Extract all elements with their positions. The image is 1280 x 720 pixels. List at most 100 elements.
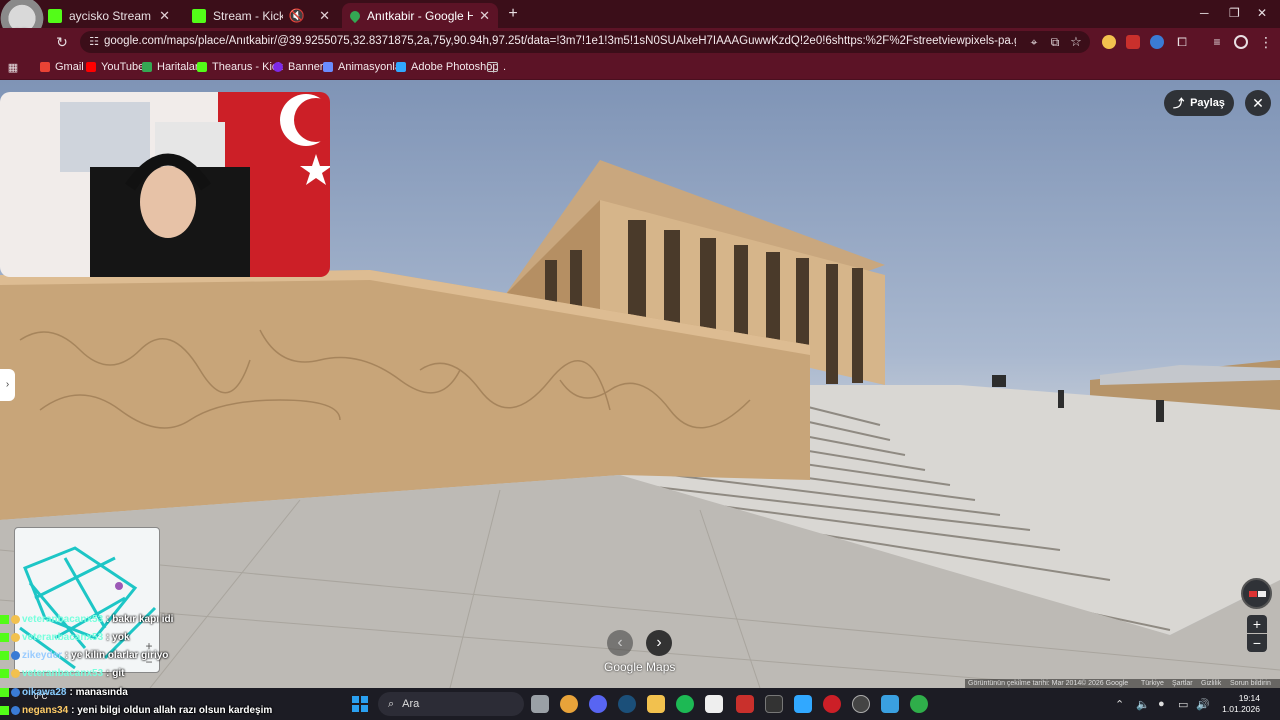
folder-icon bbox=[487, 62, 498, 72]
extension-1-icon[interactable] bbox=[1102, 35, 1116, 49]
mute-icon[interactable]: 🔇 bbox=[289, 8, 305, 24]
youtube-icon bbox=[86, 62, 96, 72]
next-pano-button[interactable]: › bbox=[646, 630, 672, 656]
url-text[interactable]: google.com/maps/place/Anıtkabir/@39.9255… bbox=[104, 35, 1016, 47]
kick-badge-icon bbox=[0, 669, 9, 678]
volume-icon[interactable]: 🔈 bbox=[1136, 698, 1150, 711]
capcut-icon[interactable] bbox=[705, 695, 723, 713]
close-tab-icon[interactable]: ✕ bbox=[159, 8, 170, 24]
microphone-icon[interactable]: ● bbox=[1158, 698, 1165, 710]
taskbar-clock[interactable]: 19:14 1.01.2026 bbox=[1214, 693, 1260, 715]
task-view-icon[interactable] bbox=[531, 695, 549, 713]
capture-date: Görüntünün çekilme tarihi: Mar 2014 bbox=[968, 680, 1082, 687]
close-streetview-button[interactable]: ✕ bbox=[1245, 90, 1271, 116]
tab-kick-stream[interactable]: aycisko Stream - Watch Live on ✕ bbox=[40, 3, 178, 28]
sub-badge-icon bbox=[11, 688, 20, 697]
gmail-icon bbox=[40, 62, 50, 72]
discord-icon[interactable] bbox=[589, 695, 607, 713]
spotify-icon[interactable] bbox=[676, 695, 694, 713]
kick-badge-icon bbox=[0, 688, 9, 697]
chat-message: veteranbacanx53 : bakır kapı idi bbox=[0, 614, 173, 625]
taskbar-search[interactable]: ⌕ Ara bbox=[378, 692, 524, 716]
site-info-icon[interactable]: ☷ bbox=[86, 34, 102, 50]
share-button[interactable]: ⤴ Paylaş bbox=[1164, 90, 1234, 116]
chat-message: negans34 : yeni bilgi oldun allah razı o… bbox=[0, 705, 272, 716]
zoom-out-button[interactable]: − bbox=[1247, 634, 1267, 652]
install-app-icon[interactable]: ⧉ bbox=[1047, 34, 1063, 50]
share-icon: ⤴ bbox=[1173, 98, 1185, 110]
footer-link-country[interactable]: Türkiye bbox=[1141, 680, 1164, 687]
tab-anitkabir-maps[interactable]: Anıtkabir - Google Haritalar ✕ bbox=[342, 3, 498, 28]
zoom-in-button[interactable]: + bbox=[1247, 615, 1267, 633]
footer-link-report[interactable]: Sorun bildirin bbox=[1230, 680, 1271, 687]
bookmark-star-icon[interactable]: ☆ bbox=[1068, 34, 1084, 50]
extensions-puzzle-icon[interactable]: ⧠ bbox=[1174, 34, 1190, 50]
footer-link-terms[interactable]: Şartlar bbox=[1172, 680, 1193, 687]
reload-icon[interactable]: ↻ bbox=[54, 34, 70, 50]
app-icon[interactable] bbox=[910, 695, 928, 713]
chrome-icon[interactable] bbox=[560, 695, 578, 713]
tab-kick-dashboard[interactable]: Stream - Kick Dashboard 🔇 ✕ bbox=[184, 3, 338, 28]
photoshop-icon bbox=[396, 62, 406, 72]
close-window-icon[interactable]: ✕ bbox=[1257, 6, 1267, 20]
more-menu-icon[interactable]: ⋮ bbox=[1258, 34, 1274, 50]
steam-icon[interactable] bbox=[618, 695, 636, 713]
bookmark-thearus-kick[interactable]: Thearus - Kick bbox=[197, 61, 283, 73]
chat-message: zikeyder : ye kilin olarlar giriyo bbox=[0, 650, 168, 661]
maps-favicon-icon bbox=[347, 8, 363, 23]
game-icon[interactable] bbox=[736, 695, 754, 713]
kick-badge-icon bbox=[0, 615, 9, 624]
photoshop-taskbar-icon[interactable] bbox=[794, 695, 812, 713]
kick-favicon-icon bbox=[192, 8, 206, 23]
canva-icon bbox=[273, 62, 283, 72]
bookmark-animasyonlar[interactable]: Animasyonlar bbox=[323, 61, 405, 73]
sub-badge-icon bbox=[11, 706, 20, 715]
new-tab-button[interactable]: + bbox=[504, 5, 522, 23]
kick-favicon-icon bbox=[48, 8, 62, 23]
expand-side-panel-button[interactable]: › bbox=[0, 369, 15, 401]
reading-list-icon[interactable]: ≡ bbox=[1209, 34, 1225, 50]
obs-icon[interactable] bbox=[852, 695, 870, 713]
extension-2-icon[interactable] bbox=[1126, 35, 1140, 49]
sound-icon[interactable]: 🔊 bbox=[1196, 698, 1210, 711]
kick-icon bbox=[197, 62, 207, 72]
maps-icon bbox=[142, 62, 152, 72]
extension-3-icon[interactable] bbox=[1150, 35, 1164, 49]
kick-badge-icon bbox=[0, 706, 9, 715]
start-button[interactable] bbox=[352, 696, 368, 712]
footer-link-privacy[interactable]: Gizlilik bbox=[1201, 680, 1221, 687]
profile-avatar-icon[interactable] bbox=[1234, 35, 1248, 49]
bookmark-youtube[interactable]: YouTube bbox=[86, 61, 144, 73]
google-maps-logo: Google Maps bbox=[604, 660, 676, 674]
kick-badge-icon bbox=[0, 633, 9, 642]
vector-icon bbox=[323, 62, 333, 72]
sub-badge-icon bbox=[11, 651, 20, 660]
bookmark-folder[interactable]: . bbox=[487, 61, 506, 73]
tray-overflow-icon[interactable]: ⌃ bbox=[1115, 698, 1124, 711]
photos-icon[interactable] bbox=[881, 695, 899, 713]
apps-grid-icon[interactable]: ▦ bbox=[5, 60, 21, 76]
bookmark-gmail[interactable]: Gmail bbox=[40, 61, 84, 73]
close-tab-icon[interactable]: ✕ bbox=[479, 8, 490, 24]
location-icon[interactable]: ⌖ bbox=[1026, 34, 1042, 50]
minimize-icon[interactable]: ─ bbox=[1200, 6, 1209, 20]
sub-badge-icon bbox=[11, 669, 20, 678]
bookmark-banner[interactable]: Banner bbox=[273, 61, 323, 73]
webcam-scene bbox=[60, 94, 330, 277]
bookmark-adobe-photoshop[interactable]: Adobe Photoshop bbox=[396, 61, 498, 73]
explorer-icon[interactable] bbox=[647, 695, 665, 713]
sub-badge-icon bbox=[11, 615, 20, 624]
copyright: © 2026 Google bbox=[1081, 680, 1129, 687]
kick-badge-icon bbox=[0, 651, 9, 660]
epic-icon[interactable] bbox=[765, 695, 783, 713]
close-tab-icon[interactable]: ✕ bbox=[319, 8, 330, 24]
record-icon[interactable] bbox=[823, 695, 841, 713]
webcam-overlay bbox=[0, 92, 330, 277]
bookmark-haritalar[interactable]: Haritalar bbox=[142, 61, 199, 73]
chat-message: veteranbacanx53 : yok bbox=[0, 632, 130, 643]
network-icon[interactable]: ▭ bbox=[1178, 698, 1188, 711]
maximize-icon[interactable]: ❐ bbox=[1229, 6, 1240, 20]
compass-icon[interactable] bbox=[1241, 578, 1272, 609]
search-icon: ⌕ bbox=[388, 697, 395, 710]
previous-pano-button[interactable]: ‹ bbox=[607, 630, 633, 656]
